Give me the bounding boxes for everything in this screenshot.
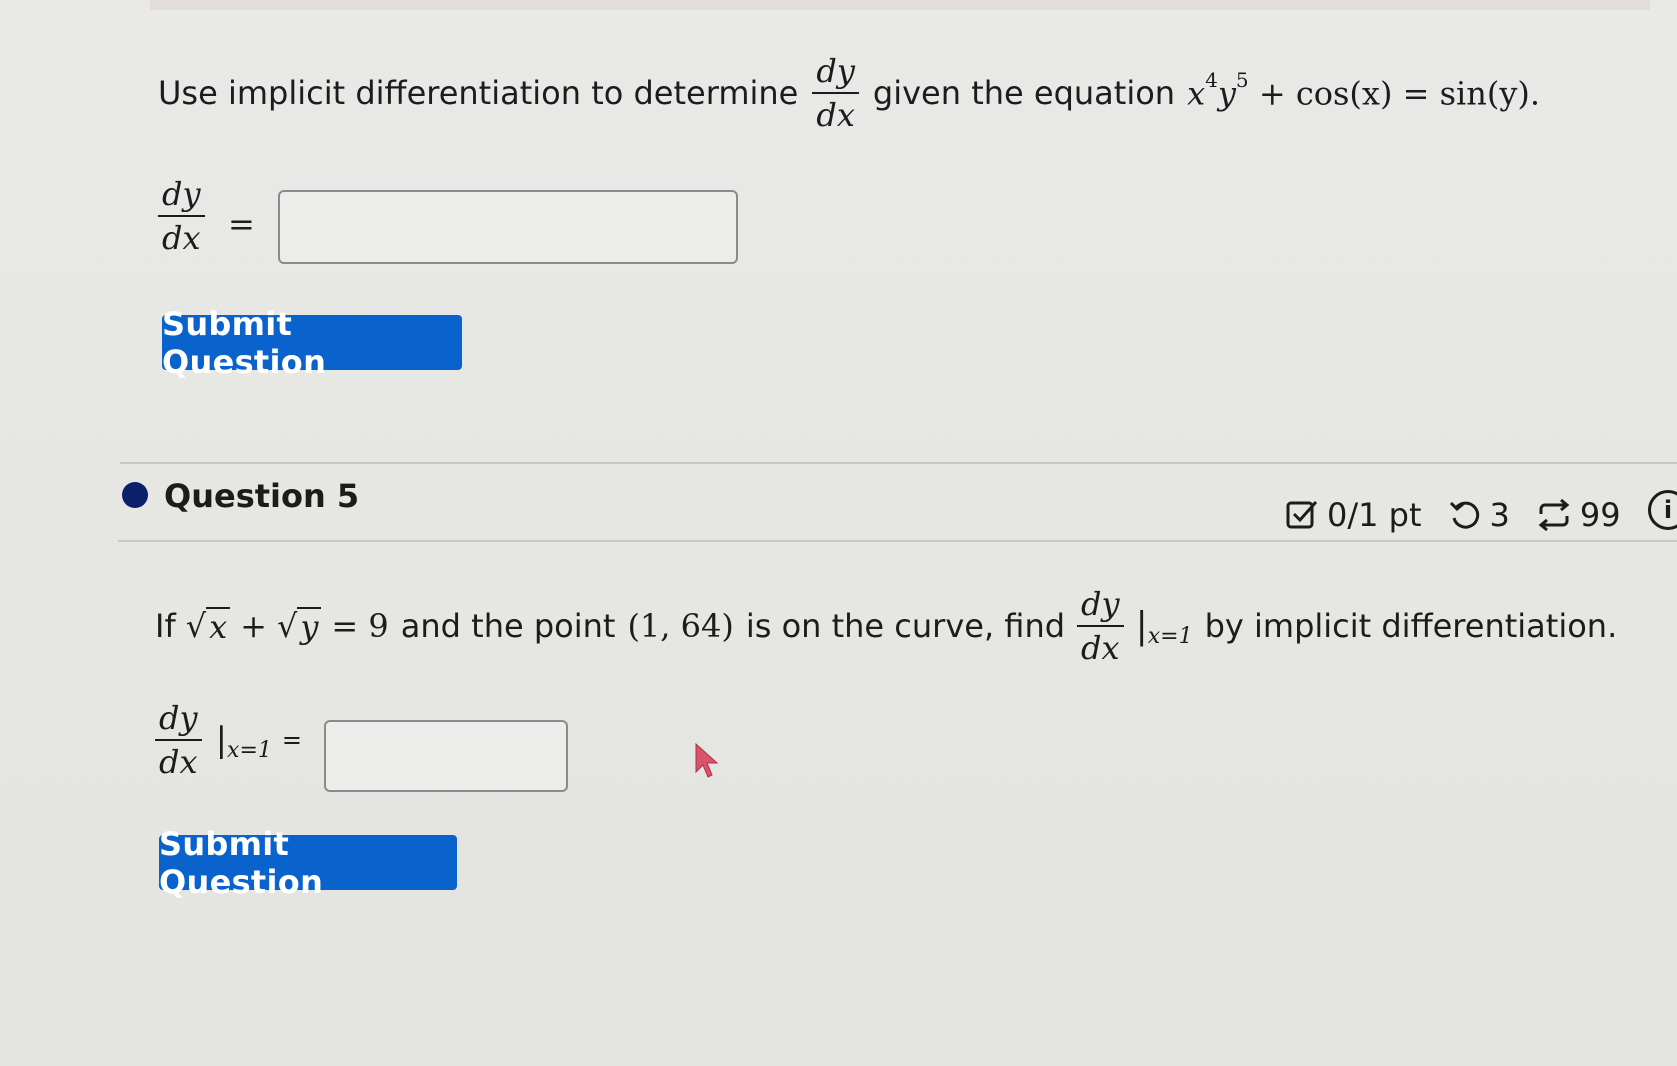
question-4-prompt: Use implicit differentiation to determin… xyxy=(158,55,1540,131)
retry-icon[interactable] xyxy=(1536,498,1572,532)
answer-label: dy dx | x=1 = xyxy=(155,702,302,778)
bullet-dot-icon xyxy=(122,482,148,508)
equation: √ x + √ y = 9 xyxy=(185,606,389,646)
divider xyxy=(120,462,1677,464)
submit-question-button[interactable]: Submit Question xyxy=(162,305,462,381)
question-status: 0/1 pt 3 99 xyxy=(1285,496,1621,534)
fraction-denominator: dx xyxy=(816,96,855,134)
question-title: Question 5 xyxy=(164,477,360,515)
info-icon[interactable]: i xyxy=(1648,490,1677,530)
derivative-fraction: dy dx xyxy=(812,55,859,131)
question-5-prompt: If √ x + √ y = 9 and the point (1, 64) is … xyxy=(155,585,1618,667)
equals-sign: = xyxy=(228,205,255,243)
equation: x4y5 + cos(x) = sin(y). xyxy=(1187,67,1541,113)
cursor-icon xyxy=(694,742,720,784)
answer-input-q5[interactable] xyxy=(324,720,568,792)
submit-question-button[interactable]: Submit Question xyxy=(159,825,457,901)
retries-text: 99 xyxy=(1579,496,1621,534)
answer-label: dy dx xyxy=(158,178,205,254)
answer-input-q4[interactable] xyxy=(278,190,738,264)
divider xyxy=(118,540,1677,542)
prompt-text: Use implicit differentiation to determin… xyxy=(158,74,799,112)
top-edge xyxy=(150,0,1650,10)
checkbox-icon xyxy=(1285,498,1319,532)
attempts-text: 3 xyxy=(1489,496,1510,534)
fraction-numerator: dy xyxy=(812,55,859,94)
prompt-text: given the equation xyxy=(872,74,1176,112)
score-text: 0/1 pt xyxy=(1327,496,1422,534)
undo-icon[interactable] xyxy=(1448,498,1482,532)
derivative-fraction: dy dx xyxy=(1077,588,1124,664)
